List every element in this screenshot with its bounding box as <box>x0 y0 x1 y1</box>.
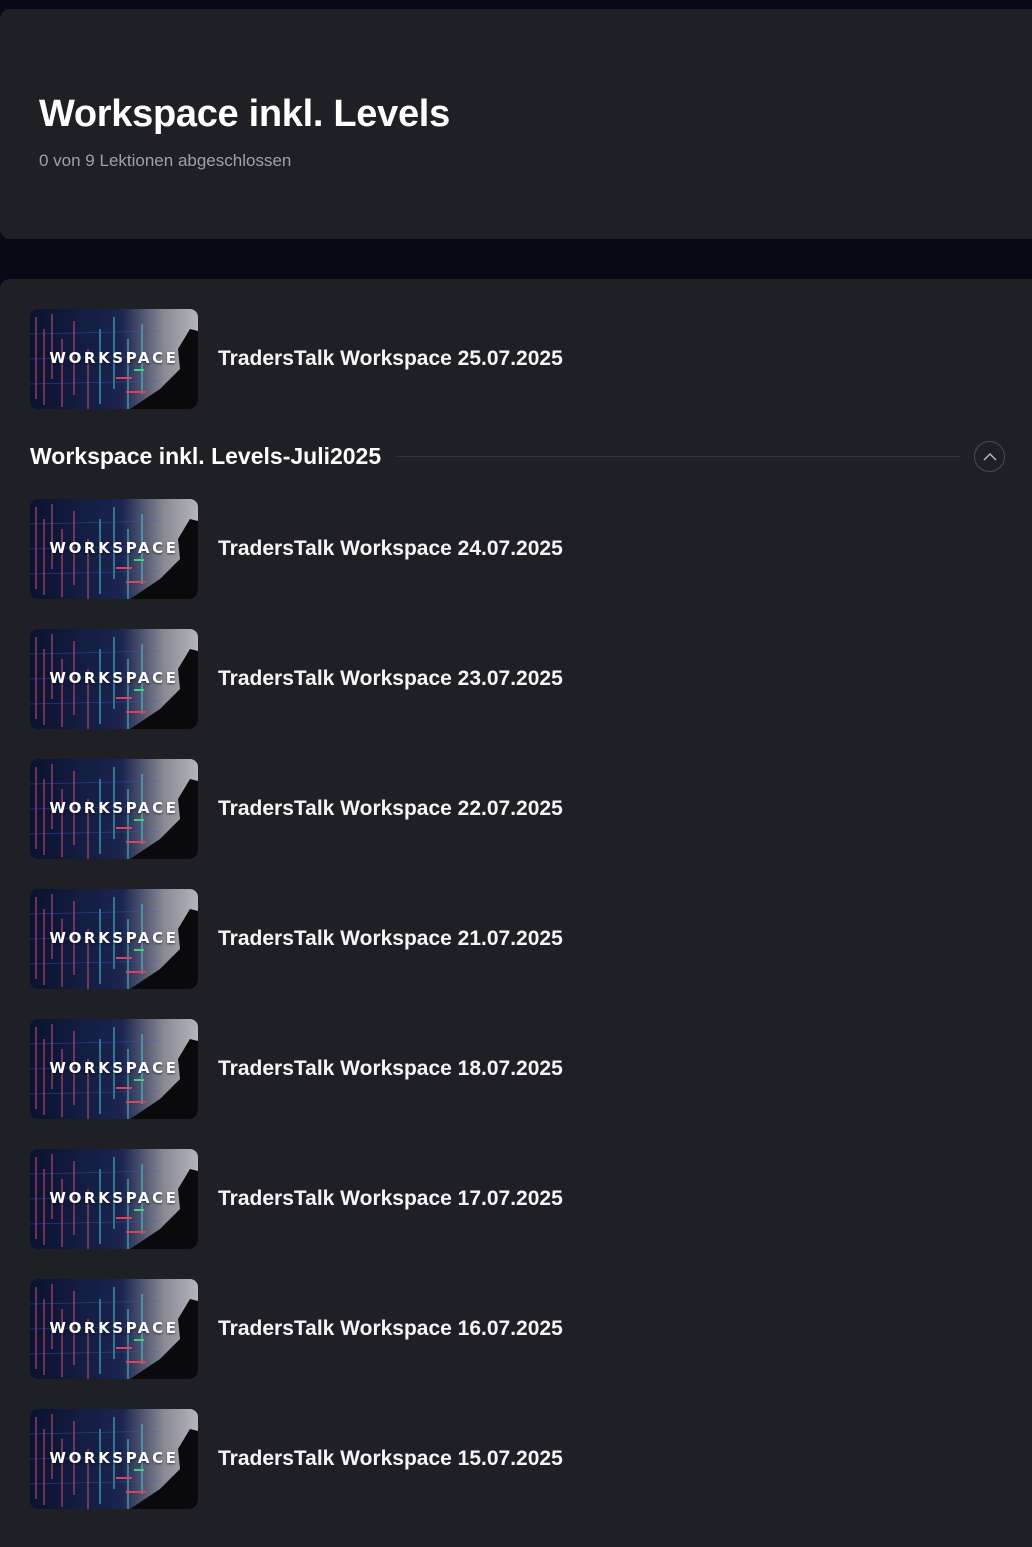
lesson-title[interactable]: TradersTalk Workspace 23.07.2025 <box>218 667 563 691</box>
section-divider <box>397 455 960 457</box>
lesson-title[interactable]: TradersTalk Workspace 18.07.2025 <box>218 1057 563 1081</box>
lesson-thumbnail: WORKSPACE <box>30 1279 198 1379</box>
lesson-thumbnail: WORKSPACE <box>30 759 198 859</box>
thumbnail-label: WORKSPACE <box>49 1189 179 1207</box>
lesson-item[interactable]: WORKSPACE TradersTalk Workspace 25.07.20… <box>30 309 990 409</box>
progress-text: 0 von 9 Lektionen abgeschlossen <box>39 151 292 170</box>
thumbnail-label: WORKSPACE <box>49 1449 179 1467</box>
lesson-thumbnail: WORKSPACE <box>30 889 198 989</box>
lesson-thumbnail: WORKSPACE <box>30 629 198 729</box>
thumbnail-label: WORKSPACE <box>49 349 179 367</box>
lesson-title[interactable]: TradersTalk Workspace 24.07.2025 <box>218 537 563 561</box>
lesson-title[interactable]: TradersTalk Workspace 25.07.2025 <box>218 347 563 371</box>
section-header: Workspace inkl. Levels-Juli2025 <box>30 440 1005 472</box>
section-title: Workspace inkl. Levels-Juli2025 <box>30 442 382 469</box>
lesson-thumbnail: WORKSPACE <box>30 1409 198 1509</box>
lesson-title[interactable]: TradersTalk Workspace 17.07.2025 <box>218 1187 563 1211</box>
page-title: Workspace inkl. Levels <box>39 93 450 135</box>
thumbnail-label: WORKSPACE <box>49 1059 179 1077</box>
thumbnail-label: WORKSPACE <box>49 929 179 947</box>
lesson-item[interactable]: WORKSPACE TradersTalk Workspace 23.07.20… <box>30 629 990 729</box>
lesson-item[interactable]: WORKSPACE TradersTalk Workspace 16.07.20… <box>30 1279 990 1379</box>
thumbnail-label: WORKSPACE <box>49 799 179 817</box>
lesson-thumbnail: WORKSPACE <box>30 309 198 409</box>
lesson-item[interactable]: WORKSPACE TradersTalk Workspace 22.07.20… <box>30 759 990 859</box>
lesson-thumbnail: WORKSPACE <box>30 1149 198 1249</box>
collapse-section-button[interactable] <box>974 440 1005 472</box>
lesson-item[interactable]: WORKSPACE TradersTalk Workspace 15.07.20… <box>30 1409 990 1509</box>
lesson-item[interactable]: WORKSPACE TradersTalk Workspace 17.07.20… <box>30 1149 990 1249</box>
chevron-up-icon <box>983 452 996 460</box>
lesson-title[interactable]: TradersTalk Workspace 21.07.2025 <box>218 927 563 951</box>
lesson-thumbnail: WORKSPACE <box>30 499 198 599</box>
lesson-title[interactable]: TradersTalk Workspace 16.07.2025 <box>218 1317 563 1341</box>
lesson-item[interactable]: WORKSPACE TradersTalk Workspace 24.07.20… <box>30 499 990 599</box>
thumbnail-label: WORKSPACE <box>49 1319 179 1337</box>
lesson-title[interactable]: TradersTalk Workspace 22.07.2025 <box>218 797 563 821</box>
lesson-title[interactable]: TradersTalk Workspace 15.07.2025 <box>218 1447 563 1471</box>
lesson-thumbnail: WORKSPACE <box>30 1019 198 1119</box>
lesson-item[interactable]: WORKSPACE TradersTalk Workspace 21.07.20… <box>30 889 990 989</box>
thumbnail-label: WORKSPACE <box>49 669 179 687</box>
course-header: Workspace inkl. Levels 0 von 9 Lektionen… <box>0 9 1032 239</box>
thumbnail-label: WORKSPACE <box>49 539 179 557</box>
lesson-item[interactable]: WORKSPACE TradersTalk Workspace 18.07.20… <box>30 1019 990 1119</box>
